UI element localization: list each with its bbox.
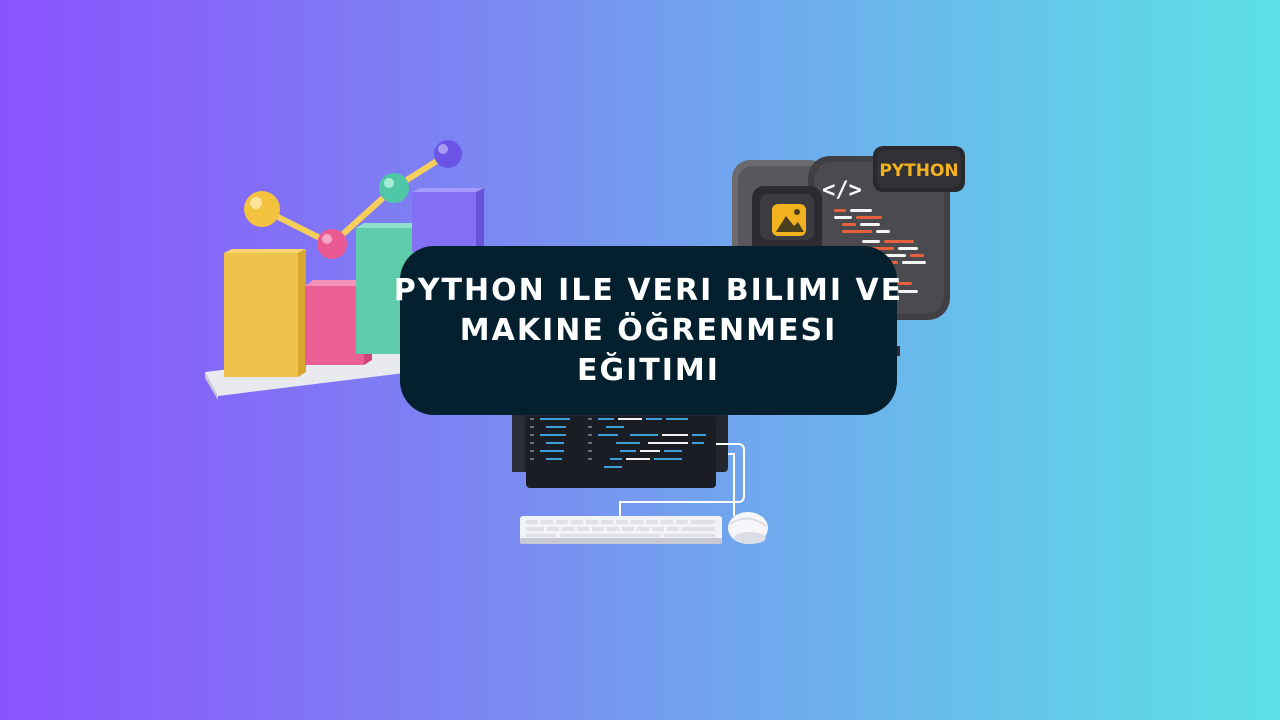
python-badge-label: PYTHON bbox=[879, 161, 958, 181]
code-symbol-icon: </> bbox=[822, 178, 862, 203]
title-line-3: EĞITIMI bbox=[577, 352, 720, 388]
title-box: PYTHON ILE VERI BILIMI VE MAKINE ÖĞRENME… bbox=[394, 246, 901, 415]
mouse-icon bbox=[728, 512, 768, 544]
keyboard-icon bbox=[520, 516, 722, 544]
title-line-1: PYTHON ILE VERI BILIMI VE bbox=[393, 272, 904, 308]
desktop-computer-icon bbox=[512, 410, 745, 516]
title-line-2: MAKINE ÖĞRENMESI bbox=[459, 312, 838, 348]
banner-canvas: </> PYTHON PYTHON ILE VERI BILIMI VE MAK… bbox=[0, 0, 1280, 720]
